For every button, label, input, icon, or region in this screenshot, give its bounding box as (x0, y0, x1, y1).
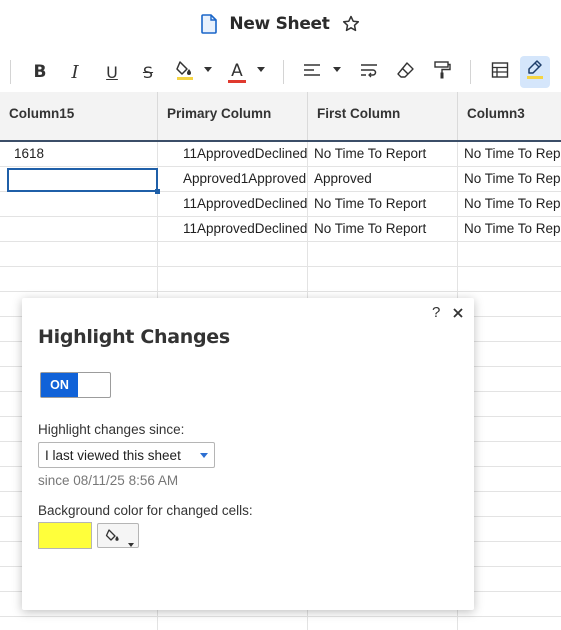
strikethrough-icon: S (142, 62, 154, 82)
column-header[interactable]: Column3 (458, 92, 561, 140)
table-cell[interactable]: No Time To Report (458, 142, 561, 167)
eraser-icon (397, 61, 415, 84)
fill-color-icon (175, 59, 195, 86)
table-cell[interactable]: No Time To Report (458, 167, 561, 192)
format-painter-button[interactable] (427, 56, 457, 88)
table-row: 11ApprovedDeclined No Time To Report No … (0, 217, 561, 242)
text-color-caret[interactable] (257, 66, 265, 74)
clear-format-button[interactable] (391, 56, 421, 88)
table-cell[interactable] (308, 242, 458, 267)
empty-row (0, 267, 561, 292)
since-dropdown[interactable]: I last viewed this sheet (38, 442, 215, 468)
table-cell[interactable] (158, 267, 308, 292)
toolbar: B I U S A (0, 52, 561, 92)
table-cell[interactable] (308, 267, 458, 292)
toolbar-divider (470, 60, 471, 84)
strikethrough-button[interactable]: S (133, 56, 163, 88)
bold-button[interactable]: B (25, 56, 55, 88)
table-cell[interactable] (0, 242, 158, 267)
highlight-changes-dialog: ? Highlight Changes ON Highlight changes… (22, 298, 474, 610)
align-left-icon (303, 62, 321, 83)
table-cell[interactable]: No Time To Report (308, 217, 458, 242)
fill-color-button[interactable] (170, 56, 200, 88)
underline-icon: U (106, 62, 118, 82)
table-cell[interactable]: No Time To Report (308, 192, 458, 217)
chevron-down-icon (200, 453, 208, 458)
table-cell[interactable]: 11ApprovedDeclined (158, 192, 308, 217)
table-cell[interactable]: Approved (308, 167, 458, 192)
highlight-changes-icon (525, 59, 545, 86)
table-cell[interactable]: No Time To Report (458, 217, 561, 242)
table-cell[interactable] (308, 617, 458, 630)
table-cell[interactable] (0, 267, 158, 292)
table-row: 1618 11ApprovedDeclined No Time To Repor… (0, 142, 561, 167)
paint-bucket-icon (105, 528, 121, 549)
table-button[interactable] (485, 56, 515, 88)
table-cell[interactable] (458, 617, 561, 630)
toggle-on-label: ON (41, 373, 78, 397)
column-header[interactable]: First Column (308, 92, 458, 140)
table-cell[interactable] (0, 217, 158, 242)
chevron-down-icon (128, 534, 134, 552)
bold-icon: B (33, 62, 47, 82)
table-cell[interactable] (158, 242, 308, 267)
align-button[interactable] (297, 56, 327, 88)
column-header-row: Column15 Primary Column First Column Col… (0, 92, 561, 142)
background-color-swatch[interactable] (38, 522, 92, 549)
italic-button[interactable]: I (60, 56, 90, 88)
title-bar: New Sheet (0, 0, 561, 48)
toolbar-divider (10, 60, 11, 84)
since-label: Highlight changes since: (38, 422, 185, 437)
fill-color-caret[interactable] (204, 66, 212, 74)
table-row: 11ApprovedDeclined No Time To Report No … (0, 192, 561, 217)
underline-button[interactable]: U (97, 56, 127, 88)
format-painter-icon (433, 60, 451, 85)
background-color-label: Background color for changed cells: (38, 503, 253, 518)
highlight-toggle[interactable]: ON (40, 372, 111, 398)
column-header[interactable]: Column15 (0, 92, 158, 140)
toolbar-divider (283, 60, 284, 84)
text-color-button[interactable]: A (222, 56, 252, 88)
sheet-icon (201, 14, 218, 34)
table-cell[interactable]: 1618 (0, 142, 158, 167)
selected-cell-outline (7, 168, 160, 194)
wrap-text-icon (360, 62, 378, 83)
empty-row (0, 242, 561, 267)
table-cell[interactable] (158, 617, 308, 630)
text-color-icon: A (228, 62, 246, 83)
table-cell[interactable]: No Time To Report (308, 142, 458, 167)
star-icon[interactable] (342, 15, 360, 33)
since-timestamp: since 08/11/25 8:56 AM (38, 473, 179, 488)
italic-icon: I (71, 61, 79, 83)
table-cell[interactable] (0, 192, 158, 217)
help-icon[interactable]: ? (432, 304, 440, 321)
table-cell[interactable]: 11ApprovedDeclined (158, 217, 308, 242)
table-icon (491, 61, 509, 84)
table-cell[interactable] (458, 242, 561, 267)
wrap-text-button[interactable] (354, 56, 384, 88)
column-header[interactable]: Primary Column (158, 92, 308, 140)
sheet-title[interactable]: New Sheet (229, 14, 330, 34)
since-dropdown-value: I last viewed this sheet (45, 448, 181, 463)
table-cell[interactable] (0, 617, 158, 630)
text-color-label: A (231, 60, 243, 81)
align-caret[interactable] (333, 66, 341, 74)
dialog-title: Highlight Changes (38, 326, 230, 348)
highlight-changes-button[interactable] (520, 56, 550, 88)
table-cell[interactable] (458, 267, 561, 292)
color-picker-button[interactable] (97, 523, 139, 548)
table-cell[interactable]: 11ApprovedDeclined (158, 142, 308, 167)
close-icon[interactable] (452, 306, 464, 318)
table-cell[interactable]: No Time To Report (458, 192, 561, 217)
table-cell[interactable]: Approved1Approved (158, 167, 308, 192)
empty-row (0, 617, 561, 630)
